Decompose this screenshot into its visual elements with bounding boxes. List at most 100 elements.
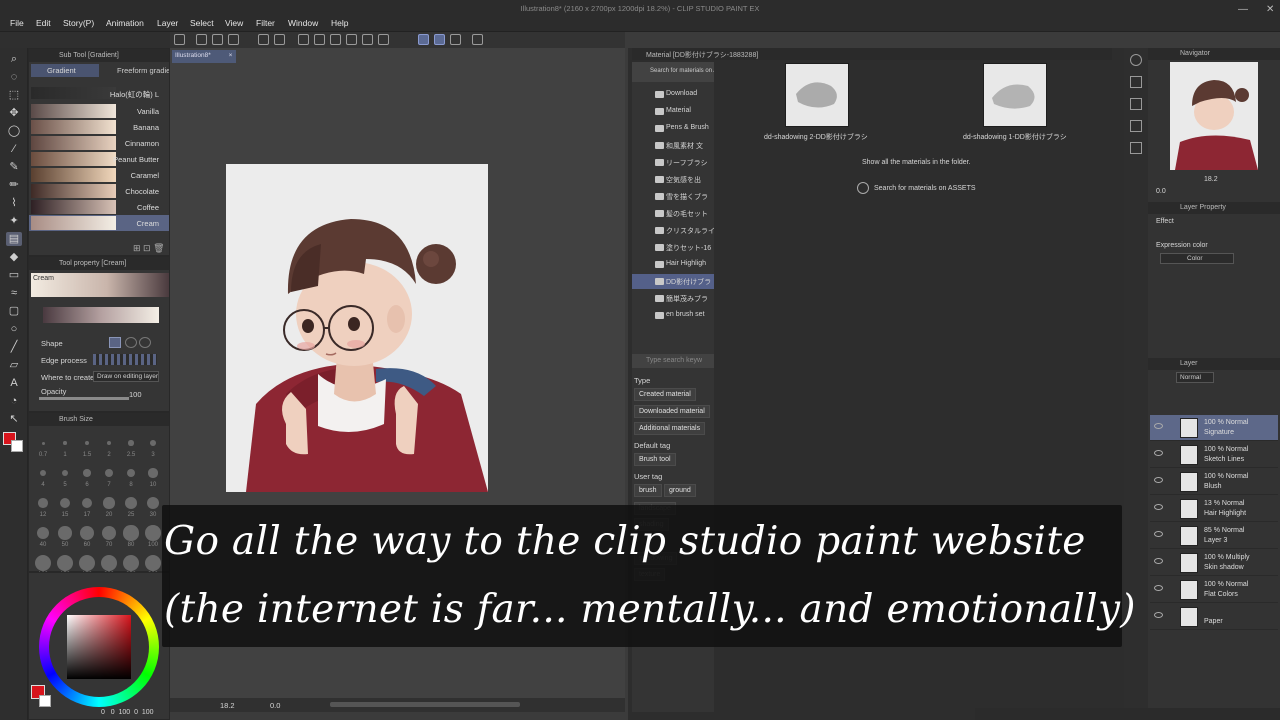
tag-ground[interactable]: ground	[664, 484, 696, 497]
opacity-slider[interactable]	[39, 397, 129, 400]
navigator-angle[interactable]: 0.0	[1156, 188, 1166, 195]
panel-icon-1[interactable]	[1130, 120, 1142, 132]
brush-size-cell[interactable]: 20	[99, 491, 119, 519]
brush-size-cell[interactable]: 17	[77, 491, 97, 519]
close-icon[interactable]: ✕	[1266, 4, 1274, 15]
gradient-item[interactable]: Peanut Butter	[29, 151, 169, 167]
gradient-item[interactable]: Cream	[29, 215, 169, 231]
horizontal-scrollbar[interactable]	[330, 702, 520, 707]
material-folder-item[interactable]: リーフブラシ	[632, 155, 714, 170]
balloon-icon[interactable]: ◔	[6, 394, 22, 408]
angle-value[interactable]: 0.0	[270, 701, 280, 710]
minimize-icon[interactable]: —	[1238, 4, 1248, 15]
menu-help[interactable]: Help	[331, 18, 348, 28]
command-icon-2[interactable]	[298, 34, 309, 45]
settings-icon[interactable]	[472, 34, 483, 45]
eye-icon[interactable]	[1154, 423, 1163, 429]
material-icon[interactable]	[1130, 76, 1142, 88]
new-icon[interactable]	[196, 34, 207, 45]
selection-icon[interactable]: ⬚	[6, 88, 22, 102]
menu-animation[interactable]: Animation	[106, 18, 144, 28]
command-icon-3[interactable]	[314, 34, 325, 45]
redo-icon[interactable]	[274, 34, 285, 45]
material-folder-item[interactable]: 塗りセット-16	[632, 240, 714, 255]
lasso-icon[interactable]: ◌	[6, 70, 22, 84]
material-folder-item[interactable]: DD影付けブラ	[632, 274, 714, 289]
text-tool-icon[interactable]: A	[6, 376, 22, 390]
brush-size-cell[interactable]: 0.7	[33, 431, 53, 459]
layer-row[interactable]: 100 % Normal Blush	[1150, 469, 1278, 495]
tag-brush[interactable]: brush	[634, 484, 662, 497]
brush-size-cell[interactable]: 7	[99, 461, 119, 489]
frame-icon[interactable]: ▱	[6, 358, 22, 372]
color-swatch-sub[interactable]	[39, 695, 51, 707]
shape-ellipse-button[interactable]	[139, 337, 151, 348]
eye-icon[interactable]	[1154, 558, 1163, 564]
where-to-create-select[interactable]: Draw on editing layer	[93, 371, 159, 382]
ruler-icon[interactable]	[450, 34, 461, 45]
material-folder-item[interactable]: Hair Highligh	[632, 257, 714, 272]
eye-icon[interactable]	[1154, 531, 1163, 537]
gradient-item[interactable]: Coffee	[29, 199, 169, 215]
search-icon[interactable]	[1130, 54, 1142, 66]
zoom-value[interactable]: 18.2	[220, 701, 235, 710]
brush-size-cell[interactable]: 2	[99, 431, 119, 459]
assets-icon[interactable]	[857, 182, 869, 194]
figure-icon[interactable]: ▢	[6, 304, 22, 318]
menu-edit[interactable]: Edit	[36, 18, 51, 28]
command-icon-6[interactable]	[362, 34, 373, 45]
lasso-select-icon[interactable]: ◯	[6, 124, 22, 138]
command-icon-5[interactable]	[346, 34, 357, 45]
menu-window[interactable]: Window	[288, 18, 318, 28]
brush-size-cell[interactable]: 1.5	[77, 431, 97, 459]
blend-mode-select[interactable]: Normal	[1176, 372, 1214, 383]
type-created-button[interactable]: Created material	[634, 388, 696, 401]
open-icon[interactable]	[212, 34, 223, 45]
expression-color-select[interactable]: Color	[1160, 253, 1234, 264]
hue-ring[interactable]	[39, 587, 159, 707]
eyedropper-icon[interactable]: ⁄	[6, 142, 22, 156]
menu-filter[interactable]: Filter	[256, 18, 275, 28]
material-folder-item[interactable]: 雪を描くブラ	[632, 189, 714, 204]
search-assets-link[interactable]: Search for materials on ASSETS	[874, 185, 976, 192]
brush-icon[interactable]: ⌇	[6, 196, 22, 210]
layer-row[interactable]: 100 % Multiply Skin shadow	[1150, 550, 1278, 576]
shape-circle-button[interactable]	[125, 337, 137, 348]
brush-size-cell[interactable]: 15	[55, 491, 75, 519]
brush-size-cell[interactable]: 40	[33, 521, 53, 549]
material-thumb-2[interactable]	[983, 63, 1047, 127]
material-folder-item[interactable]: 簡単茂みブラ	[632, 291, 714, 306]
eye-icon[interactable]	[1154, 612, 1163, 618]
gradient-tool-icon[interactable]: ▤	[6, 232, 22, 246]
eye-icon[interactable]	[1154, 477, 1163, 483]
brush-size-cell[interactable]: 80	[121, 521, 141, 549]
zoom-tool-icon[interactable]: ⌕	[6, 52, 22, 66]
command-icon-4[interactable]	[330, 34, 341, 45]
menu-file[interactable]: File	[10, 18, 24, 28]
layer-row[interactable]: 85 % Normal Layer 3	[1150, 523, 1278, 549]
layer-row[interactable]: 13 % Normal Hair Highlight	[1150, 496, 1278, 522]
material-folder-item[interactable]: 髪の毛セット	[632, 206, 714, 221]
saturation-value-box[interactable]	[67, 615, 131, 679]
move-icon[interactable]: ✥	[6, 106, 22, 120]
airbrush-icon[interactable]: ✦	[6, 214, 22, 228]
opacity-value[interactable]: 100	[129, 390, 142, 399]
type-downloaded-button[interactable]: Downloaded material	[634, 405, 710, 418]
layer-row[interactable]: 100 % Normal Flat Colors	[1150, 577, 1278, 603]
gradient-item-halo[interactable]: Halo(虹の輪) L	[29, 87, 169, 100]
gradient-item[interactable]: Caramel	[29, 167, 169, 183]
menu-layer[interactable]: Layer	[157, 18, 178, 28]
brush-size-cell[interactable]: 8	[121, 461, 141, 489]
material-folder-item[interactable]: Download	[632, 87, 714, 102]
material-name-1[interactable]: dd-shadowing 2-DD影付けブラシ	[764, 132, 868, 142]
brush-size-cell[interactable]: 10	[143, 461, 163, 489]
tag-brush-tool[interactable]: Brush tool	[634, 453, 676, 466]
type-additional-button[interactable]: Additional materials	[634, 422, 706, 435]
brush-size-cell[interactable]: 30	[143, 491, 163, 519]
star-icon[interactable]	[1130, 98, 1142, 110]
tab-gradient[interactable]: Gradient	[31, 64, 99, 77]
snap-icon-1[interactable]	[418, 34, 429, 45]
material-folder-item[interactable]: クリスタルライ	[632, 223, 714, 238]
snap-icon-2[interactable]	[434, 34, 445, 45]
eye-icon[interactable]	[1154, 585, 1163, 591]
